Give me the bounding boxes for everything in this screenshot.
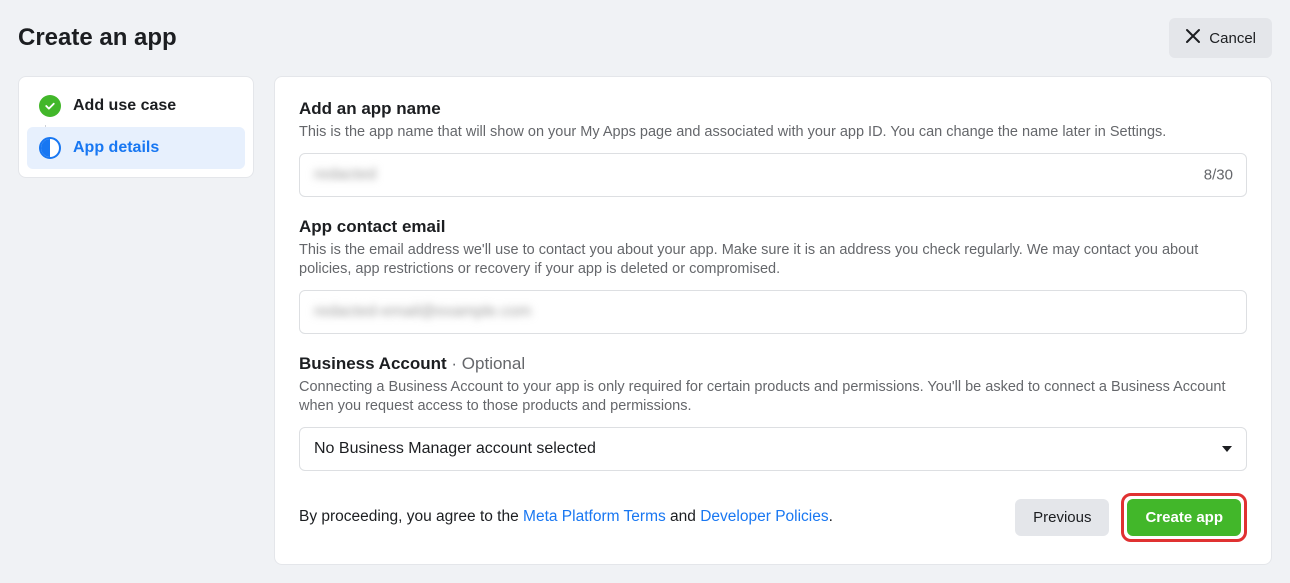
business-account-select[interactable]: No Business Manager account selected <box>299 427 1247 471</box>
agree-prefix: By proceeding, you agree to the <box>299 508 523 525</box>
field-label: App contact email <box>299 217 1247 237</box>
previous-button[interactable]: Previous <box>1015 499 1109 536</box>
sidebar-item-app-details[interactable]: App details <box>27 127 245 169</box>
form-footer: By proceeding, you agree to the Meta Pla… <box>299 493 1247 542</box>
field-business-account: Business Account · Optional Connecting a… <box>299 354 1247 471</box>
sidebar-item-label: App details <box>73 139 159 157</box>
contact-email-input[interactable]: redacted-email@example.com <box>299 290 1247 334</box>
cancel-button[interactable]: Cancel <box>1169 18 1272 58</box>
chevron-down-icon <box>1222 446 1232 452</box>
highlight-annotation: Create app <box>1121 493 1247 542</box>
sidebar-item-add-use-case[interactable]: Add use case <box>27 85 245 127</box>
agreement-text: By proceeding, you agree to the Meta Pla… <box>299 508 833 526</box>
half-circle-icon <box>39 137 61 159</box>
field-description: Connecting a Business Account to your ap… <box>299 378 1247 417</box>
wizard-sidebar: Add use case App details <box>18 76 254 178</box>
redacted-value: redacted-email@example.com <box>314 303 531 320</box>
sidebar-item-label: Add use case <box>73 97 176 115</box>
select-value: No Business Manager account selected <box>314 440 596 458</box>
field-contact-email: App contact email This is the email addr… <box>299 217 1247 334</box>
cancel-label: Cancel <box>1209 30 1256 47</box>
agree-suffix: . <box>829 508 833 525</box>
char-count: 8/30 <box>1204 166 1233 183</box>
close-icon <box>1185 28 1201 48</box>
field-app-name: Add an app name This is the app name tha… <box>299 99 1247 197</box>
field-label: Business Account · Optional <box>299 354 1247 374</box>
create-app-button[interactable]: Create app <box>1127 499 1241 536</box>
label-text: Business Account <box>299 354 447 373</box>
field-description: This is the email address we'll use to c… <box>299 241 1247 280</box>
meta-platform-terms-link[interactable]: Meta Platform Terms <box>523 508 666 525</box>
app-name-input[interactable]: redacted <box>299 153 1247 197</box>
field-description: This is the app name that will show on y… <box>299 123 1247 143</box>
redacted-value: redacted <box>314 166 376 183</box>
field-label: Add an app name <box>299 99 1247 119</box>
agree-mid: and <box>666 508 700 525</box>
page-title: Create an app <box>18 24 177 52</box>
developer-policies-link[interactable]: Developer Policies <box>700 508 828 525</box>
form-card: Add an app name This is the app name tha… <box>274 76 1272 565</box>
check-circle-icon <box>39 95 61 117</box>
optional-suffix: · Optional <box>447 354 525 373</box>
